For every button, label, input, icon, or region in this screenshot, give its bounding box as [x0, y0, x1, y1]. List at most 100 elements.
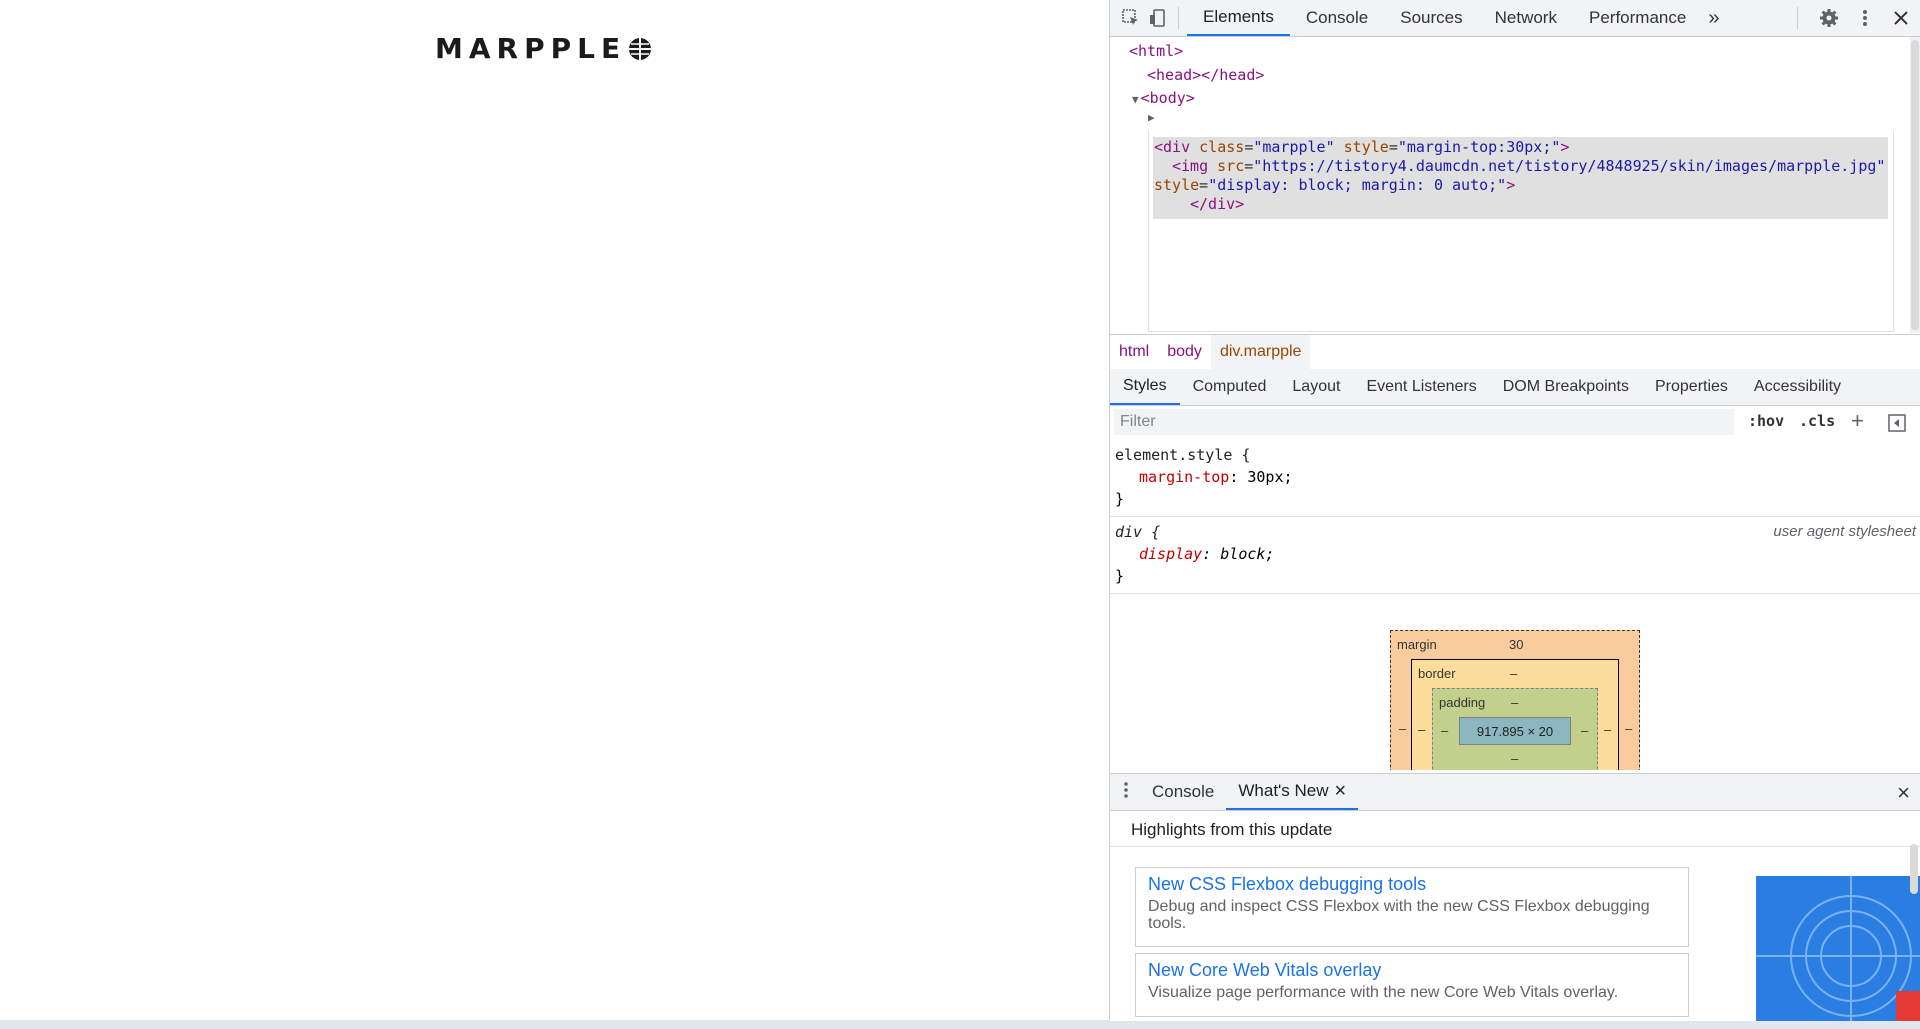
- news-card[interactable]: New CSS Flexbox debugging tools Debug an…: [1135, 867, 1689, 947]
- breadcrumb-div-marpple[interactable]: div.marpple: [1210, 335, 1311, 369]
- tab-network[interactable]: Network: [1479, 0, 1573, 36]
- style-rule-element[interactable]: element.style { margin-top: 30px; }: [1110, 440, 1920, 517]
- dom-node-img-style[interactable]: style="display: block; margin: 0 auto;">: [1154, 176, 1515, 194]
- attr-value: "display: block; margin: 0 auto;": [1208, 176, 1507, 194]
- news-title-link[interactable]: New Core Web Vitals overlay: [1148, 960, 1676, 981]
- rule-close: }: [1115, 490, 1125, 508]
- dom-node-body[interactable]: ▼ <body>: [1132, 89, 1195, 107]
- drawer-menu-icon[interactable]: [1110, 781, 1140, 804]
- padding-right-value[interactable]: –: [1581, 723, 1588, 738]
- toggle-sidebar-icon[interactable]: [1888, 414, 1906, 437]
- close-devtools-icon[interactable]: [1888, 5, 1914, 31]
- rule-source: user agent stylesheet: [1773, 523, 1916, 540]
- border-top-value[interactable]: –: [1510, 666, 1517, 681]
- news-card[interactable]: New Core Web Vitals overlay Visualize pa…: [1135, 953, 1689, 1017]
- kebab-menu-icon[interactable]: [1852, 5, 1878, 31]
- tab-layout[interactable]: Layout: [1279, 369, 1353, 405]
- whats-new-video-thumbnail[interactable]: [1756, 876, 1920, 1021]
- breadcrumb-body[interactable]: body: [1158, 335, 1211, 369]
- dom-node-head[interactable]: <head></head>: [1147, 66, 1264, 84]
- rule-value: block;: [1220, 545, 1275, 563]
- dom-node-img[interactable]: <img src="https://tistory4.daumcdn.net/t…: [1172, 157, 1885, 175]
- tab-elements[interactable]: Elements: [1187, 0, 1290, 36]
- rule-property: display: [1139, 545, 1203, 563]
- styles-filter-row: :hov .cls +: [1110, 406, 1920, 440]
- attr-value: "margin-top:30px;": [1397, 138, 1561, 156]
- tab-sources[interactable]: Sources: [1384, 0, 1478, 36]
- margin-label: margin: [1397, 637, 1437, 652]
- border-left-value[interactable]: –: [1418, 722, 1425, 737]
- drawer-tab-whats-new[interactable]: What's New ×: [1226, 774, 1359, 810]
- margin-left-value[interactable]: –: [1399, 721, 1406, 736]
- box-model-border[interactable]: border – – – padding – – – – 917.895 × 2…: [1411, 659, 1619, 770]
- cls-toggle[interactable]: .cls: [1799, 412, 1835, 430]
- rule-value[interactable]: 30px;: [1247, 468, 1292, 486]
- margin-top-value[interactable]: 30: [1509, 637, 1523, 652]
- breadcrumb: html body div.marpple: [1110, 334, 1920, 370]
- rule-selector: element.style {: [1115, 446, 1251, 464]
- toolbar-separator: [1797, 7, 1798, 29]
- style-rule-div[interactable]: div { user agent stylesheet display: blo…: [1110, 517, 1920, 594]
- drawer-tab-console[interactable]: Console: [1140, 774, 1226, 810]
- border-right-value[interactable]: –: [1604, 722, 1611, 737]
- box-model-padding[interactable]: padding – – – – 917.895 × 20: [1432, 688, 1598, 770]
- close-tab-icon[interactable]: ×: [1335, 780, 1347, 803]
- drawer-scrollbar-thumb[interactable]: [1910, 844, 1918, 894]
- box-model-diagram: margin 30 – – border – – – padding – – –…: [1390, 630, 1640, 770]
- tab-computed[interactable]: Computed: [1180, 369, 1280, 405]
- dom-tree: <html> <head></head> ▼ <body> ▶ <div clas…: [1110, 37, 1920, 334]
- margin-right-value[interactable]: –: [1625, 721, 1632, 736]
- padding-bottom-value[interactable]: –: [1511, 751, 1518, 766]
- tag-text: <body>: [1140, 89, 1195, 107]
- border-label: border: [1418, 666, 1456, 681]
- highlights-heading: Highlights from this update: [1131, 820, 1333, 839]
- hov-toggle[interactable]: :hov: [1748, 412, 1784, 430]
- news-description: Debug and inspect CSS Flexbox with the n…: [1148, 898, 1650, 932]
- elements-scrollbar-thumb[interactable]: [1911, 40, 1919, 330]
- drawer-tab-label: What's New: [1238, 781, 1329, 800]
- web-page-viewport: MARPPLE: [0, 0, 1109, 1020]
- box-model-content[interactable]: 917.895 × 20: [1459, 717, 1571, 745]
- toolbar-separator: [1178, 7, 1179, 29]
- drawer-tabs: Console What's New × ×: [1110, 774, 1920, 811]
- attr-value: "https://tistory4.daumcdn.net/tistory/48…: [1253, 157, 1886, 175]
- globe-icon: [629, 37, 652, 60]
- gear-icon[interactable]: [1816, 5, 1842, 31]
- marpple-logo: MARPPLE: [435, 32, 652, 65]
- tab-console[interactable]: Console: [1290, 0, 1384, 36]
- more-tabs-icon[interactable]: »: [1702, 0, 1725, 36]
- filter-input[interactable]: [1114, 409, 1734, 435]
- padding-top-value[interactable]: –: [1511, 695, 1518, 710]
- news-description: Visualize page performance with the new …: [1148, 984, 1619, 1001]
- tab-performance[interactable]: Performance: [1573, 0, 1702, 36]
- styles-subtabs: Styles Computed Layout Event Listeners D…: [1110, 369, 1920, 406]
- breadcrumb-html[interactable]: html: [1110, 335, 1158, 369]
- close-drawer-icon[interactable]: ×: [1897, 780, 1910, 806]
- expand-triangle-icon[interactable]: ▼: [1132, 93, 1139, 106]
- tab-styles[interactable]: Styles: [1110, 369, 1180, 405]
- tab-dom-breakpoints[interactable]: DOM Breakpoints: [1490, 369, 1642, 405]
- rule-property[interactable]: margin-top: [1139, 468, 1229, 486]
- device-toolbar-icon[interactable]: [1144, 5, 1170, 31]
- tag-text: </div>: [1190, 195, 1245, 213]
- inspect-element-icon[interactable]: [1118, 5, 1144, 31]
- logo-text: MARPPLE: [435, 32, 627, 65]
- news-title-link[interactable]: New CSS Flexbox debugging tools: [1148, 874, 1676, 895]
- attr-name: style: [1154, 176, 1200, 194]
- padding-left-value[interactable]: –: [1441, 723, 1448, 738]
- tag-text: >: [1506, 176, 1516, 194]
- dom-node-div-marpple[interactable]: <div class="marpple" style="margin-top:3…: [1154, 138, 1569, 156]
- tab-accessibility[interactable]: Accessibility: [1741, 369, 1854, 405]
- divider: [1110, 846, 1920, 847]
- tab-event-listeners[interactable]: Event Listeners: [1353, 369, 1489, 405]
- dom-node-html[interactable]: <html>: [1129, 42, 1183, 60]
- devtools-toolbar: Elements Console Sources Network Perform…: [1110, 0, 1920, 37]
- dom-node-div-close[interactable]: </div>: [1190, 195, 1244, 213]
- new-style-rule-icon[interactable]: +: [1851, 408, 1864, 434]
- collapsed-triangle-icon[interactable]: ▶: [1148, 111, 1155, 124]
- attr-value: "marpple": [1253, 138, 1335, 156]
- box-model-margin[interactable]: margin 30 – – border – – – padding – – –…: [1390, 630, 1640, 770]
- tab-properties[interactable]: Properties: [1642, 369, 1741, 405]
- attr-name: style: [1343, 138, 1389, 156]
- attr-name: src: [1217, 157, 1245, 175]
